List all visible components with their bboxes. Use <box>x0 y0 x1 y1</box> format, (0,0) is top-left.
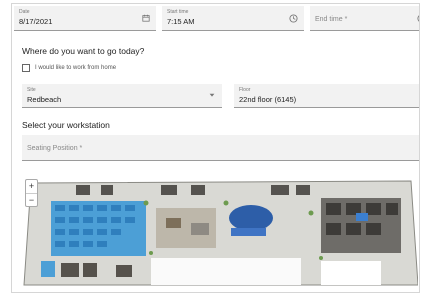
clock-icon[interactable] <box>289 14 298 25</box>
site-value: Redbeach <box>27 95 62 104</box>
date-field-value: 8/17/2021 <box>19 17 53 26</box>
checkbox-box[interactable] <box>22 64 30 72</box>
floor-label: Floor <box>239 87 251 93</box>
floor-select[interactable]: Floor 22nd floor (6145) <box>234 84 419 108</box>
booking-panel: Date 8/17/2021 Start time 7:15 AM End ti… <box>11 3 420 293</box>
site-label: Site <box>27 87 36 93</box>
floor-value: 22nd floor (6145) <box>239 95 297 104</box>
chevron-down-icon[interactable] <box>208 91 216 101</box>
site-select[interactable]: Site Redbeach <box>22 84 222 108</box>
clock-icon[interactable] <box>417 14 419 25</box>
workstation-heading: Select your workstation <box>22 120 110 130</box>
map-zoom-control: + − <box>25 179 38 207</box>
end-time-placeholder: End time * <box>315 16 348 23</box>
zoom-in-button[interactable]: + <box>26 180 37 193</box>
start-time-field[interactable]: Start time 7:15 AM <box>162 6 304 31</box>
zoom-out-button[interactable]: − <box>26 193 37 207</box>
seating-position-select[interactable]: Seating Position * <box>22 135 419 161</box>
floor-plan-image[interactable] <box>21 173 419 288</box>
calendar-icon[interactable] <box>142 14 150 24</box>
work-from-home-label: I would like to work from home <box>35 65 117 71</box>
work-from-home-checkbox[interactable]: I would like to work from home <box>22 64 116 72</box>
start-time-value: 7:15 AM <box>167 17 195 26</box>
date-field-label: Date <box>19 9 30 15</box>
floor-plan-map[interactable]: + − <box>21 173 419 288</box>
end-time-field[interactable]: End time * <box>310 6 419 31</box>
seating-position-placeholder: Seating Position * <box>27 145 83 152</box>
date-field[interactable]: Date 8/17/2021 <box>14 6 156 31</box>
where-heading: Where do you want to go today? <box>22 46 145 56</box>
start-time-label: Start time <box>167 9 189 15</box>
